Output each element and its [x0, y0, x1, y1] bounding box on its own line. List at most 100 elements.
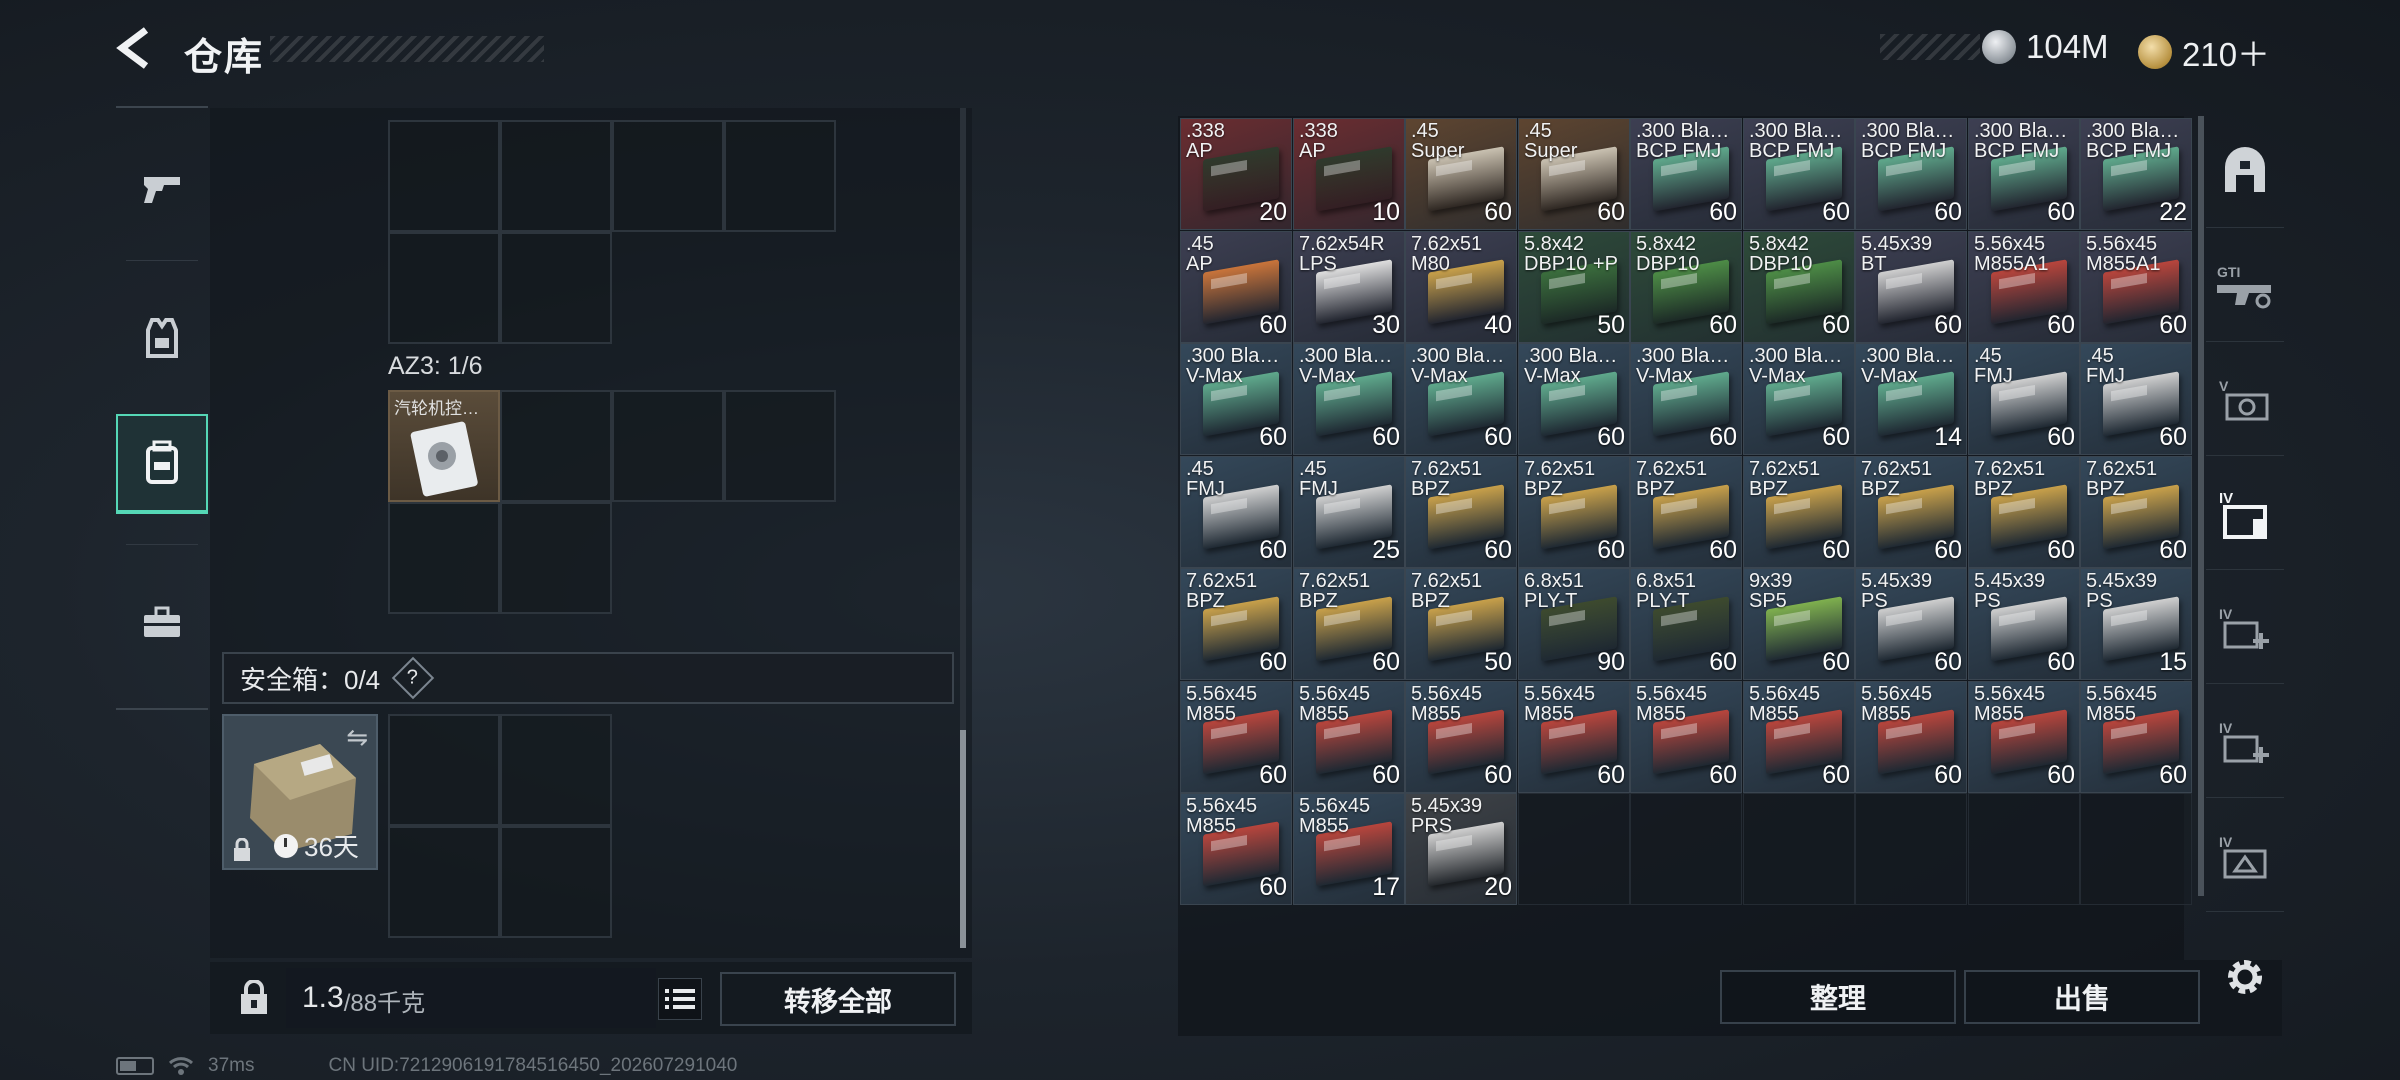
stash-ammo-item[interactable]: 5.8x42 DBP10 60 [1743, 231, 1855, 343]
stash-ammo-item[interactable]: 7.62x51 BPZ 60 [1405, 456, 1517, 568]
stash-ammo-item[interactable]: 7.62x51 BPZ 60 [1518, 456, 1630, 568]
weapon-category-tab[interactable] [116, 138, 208, 238]
swap-arrows-icon[interactable]: ⇋ [346, 722, 368, 753]
stash-ammo-item[interactable]: 5.56x45 M855A1 60 [2080, 231, 2192, 343]
stash-ammo-item[interactable]: 7.62x51 BPZ 60 [1630, 456, 1742, 568]
stash-ammo-item[interactable]: .300 Bla… BCP FMJ 22 [2080, 118, 2192, 230]
safebox-item[interactable]: ⇋ 36天 [222, 714, 378, 870]
safebox-slot[interactable] [500, 826, 612, 938]
sell-button[interactable]: 出售 [1964, 970, 2200, 1024]
container-slot[interactable] [500, 390, 612, 502]
stash-empty-slot[interactable] [1968, 793, 2080, 905]
stash-ammo-item[interactable]: 5.45x39 PS 60 [1855, 568, 1967, 680]
stash-ammo-item[interactable]: 7.62x51 BPZ 60 [1180, 568, 1292, 680]
safebox-slot[interactable] [388, 714, 500, 826]
container-slot[interactable] [500, 232, 612, 344]
stash-ammo-item[interactable]: 5.56x45 M855 60 [1293, 681, 1405, 793]
stash-ammo-item[interactable]: 7.62x51 BPZ 50 [1405, 568, 1517, 680]
stash-empty-slot[interactable] [1743, 793, 1855, 905]
container-slot[interactable] [388, 502, 500, 614]
tab-gti-weapons[interactable]: GTI [2206, 230, 2284, 342]
stash-ammo-item[interactable]: 6.8x51 PLY-T 60 [1630, 568, 1742, 680]
container-slot[interactable] [388, 120, 500, 232]
stash-ammo-item[interactable]: 5.45x39 PS 60 [1968, 568, 2080, 680]
stash-ammo-item[interactable]: .45 Super 60 [1405, 118, 1517, 230]
stash-ammo-item[interactable]: .300 Bla… BCP FMJ 60 [1968, 118, 2080, 230]
container-slot[interactable] [612, 390, 724, 502]
tab-iv-medical[interactable]: IV [2206, 572, 2284, 684]
stash-ammo-item[interactable]: .45 FMJ 60 [1968, 343, 2080, 455]
back-arrow-icon[interactable] [112, 24, 160, 72]
tab-v-rated[interactable]: V [2206, 344, 2284, 456]
stash-ammo-item[interactable]: 7.62x51 BPZ 60 [1293, 568, 1405, 680]
stash-ammo-item[interactable]: .300 Bla… V-Max 60 [1743, 343, 1855, 455]
stash-ammo-item[interactable]: .45 FMJ 60 [1180, 456, 1292, 568]
container-slot[interactable] [500, 120, 612, 232]
stash-scrollbar-thumb[interactable] [2198, 116, 2204, 896]
stash-ammo-item[interactable]: .300 Bla… V-Max 60 [1405, 343, 1517, 455]
stash-ammo-item[interactable]: 5.56x45 M855 60 [1743, 681, 1855, 793]
stash-ammo-item[interactable]: .45 AP 60 [1180, 231, 1292, 343]
stash-ammo-item[interactable]: 5.56x45 M855A1 60 [1968, 231, 2080, 343]
stash-ammo-item[interactable]: 5.56x45 M855 17 [1293, 793, 1405, 905]
safebox-slot[interactable] [388, 826, 500, 938]
stash-ammo-item[interactable]: 5.45x39 PS 15 [2080, 568, 2192, 680]
list-view-button[interactable] [658, 978, 702, 1020]
tab-iv-medical-2[interactable]: IV [2206, 686, 2284, 798]
stash-ammo-item[interactable]: .300 Bla… V-Max 60 [1630, 343, 1742, 455]
container-slot[interactable] [724, 390, 836, 502]
stash-empty-slot[interactable] [1518, 793, 1630, 905]
container-category-tab[interactable] [116, 414, 208, 514]
stash-ammo-item[interactable]: 7.62x51 BPZ 60 [1743, 456, 1855, 568]
settings-button[interactable] [2220, 952, 2270, 1002]
stash-ammo-item[interactable]: .338 AP 10 [1293, 118, 1405, 230]
stash-ammo-item[interactable]: 5.45x39 PRS 20 [1405, 793, 1517, 905]
tab-fortress[interactable] [2206, 116, 2284, 228]
stash-ammo-item[interactable]: 5.8x42 DBP10 +P 50 [1518, 231, 1630, 343]
currency-silver[interactable]: 104M [1982, 28, 2109, 66]
stash-ammo-item[interactable]: .45 Super 60 [1518, 118, 1630, 230]
sort-button[interactable]: 整理 [1720, 970, 1956, 1024]
stash-ammo-item[interactable]: 5.56x45 M855 60 [1405, 681, 1517, 793]
container-slot[interactable] [612, 120, 724, 232]
container-scrollbar-thumb[interactable] [960, 730, 966, 948]
stash-ammo-item[interactable]: 5.56x45 M855 60 [1630, 681, 1742, 793]
stash-ammo-item[interactable]: 7.62x51 M80 40 [1405, 231, 1517, 343]
stash-ammo-item[interactable]: .338 AP 20 [1180, 118, 1292, 230]
gear-category-tab[interactable] [116, 288, 208, 388]
stash-empty-slot[interactable] [1630, 793, 1742, 905]
stash-ammo-item[interactable]: 5.45x39 BT 60 [1855, 231, 1967, 343]
stash-ammo-item[interactable]: 6.8x51 PLY-T 90 [1518, 568, 1630, 680]
weight-lock-button[interactable] [232, 976, 276, 1020]
stash-ammo-item[interactable]: 5.56x45 M855 60 [1180, 681, 1292, 793]
safebox-slot[interactable] [500, 714, 612, 826]
stash-ammo-item[interactable]: .300 Bla… BCP FMJ 60 [1743, 118, 1855, 230]
stash-empty-slot[interactable] [2080, 793, 2192, 905]
stash-ammo-item[interactable]: .300 Bla… V-Max 60 [1180, 343, 1292, 455]
stash-ammo-item[interactable]: .45 FMJ 60 [2080, 343, 2192, 455]
stash-ammo-item[interactable]: 5.56x45 M855 60 [1855, 681, 1967, 793]
stash-ammo-item[interactable]: .300 Bla… BCP FMJ 60 [1855, 118, 1967, 230]
stash-ammo-item[interactable]: 7.62x54R LPS 30 [1293, 231, 1405, 343]
stash-ammo-item[interactable]: 7.62x51 BPZ 60 [1855, 456, 1967, 568]
stash-ammo-item[interactable]: 9x39 SP5 60 [1743, 568, 1855, 680]
tab-iv-container[interactable]: IV [2206, 458, 2284, 570]
stash-ammo-item[interactable]: .300 Bla… BCP FMJ 60 [1630, 118, 1742, 230]
stash-ammo-item[interactable]: 5.8x42 DBP10 60 [1630, 231, 1742, 343]
container-slot[interactable] [724, 120, 836, 232]
stash-ammo-item[interactable]: .300 Bla… V-Max 60 [1518, 343, 1630, 455]
stash-ammo-item[interactable]: 5.56x45 M855 60 [1968, 681, 2080, 793]
stash-ammo-item[interactable]: 7.62x51 BPZ 60 [1968, 456, 2080, 568]
turbine-control-item[interactable]: 汽轮机控… [388, 390, 500, 502]
stash-ammo-item[interactable]: .300 Bla… V-Max 14 [1855, 343, 1967, 455]
stash-ammo-item[interactable]: 7.62x51 BPZ 60 [2080, 456, 2192, 568]
stash-empty-slot[interactable] [1855, 793, 1967, 905]
stash-ammo-item[interactable]: 5.56x45 M855 60 [2080, 681, 2192, 793]
stash-ammo-item[interactable]: .45 FMJ 25 [1293, 456, 1405, 568]
stash-ammo-item[interactable]: 5.56x45 M855 60 [1518, 681, 1630, 793]
stash-ammo-item[interactable]: 5.56x45 M855 60 [1180, 793, 1292, 905]
stash-ammo-item[interactable]: .300 Bla… V-Max 60 [1293, 343, 1405, 455]
toolkit-category-tab[interactable] [116, 572, 208, 672]
tab-iv-supplies[interactable]: IV [2206, 800, 2284, 912]
currency-gold[interactable]: 210＋ [2138, 28, 2270, 76]
